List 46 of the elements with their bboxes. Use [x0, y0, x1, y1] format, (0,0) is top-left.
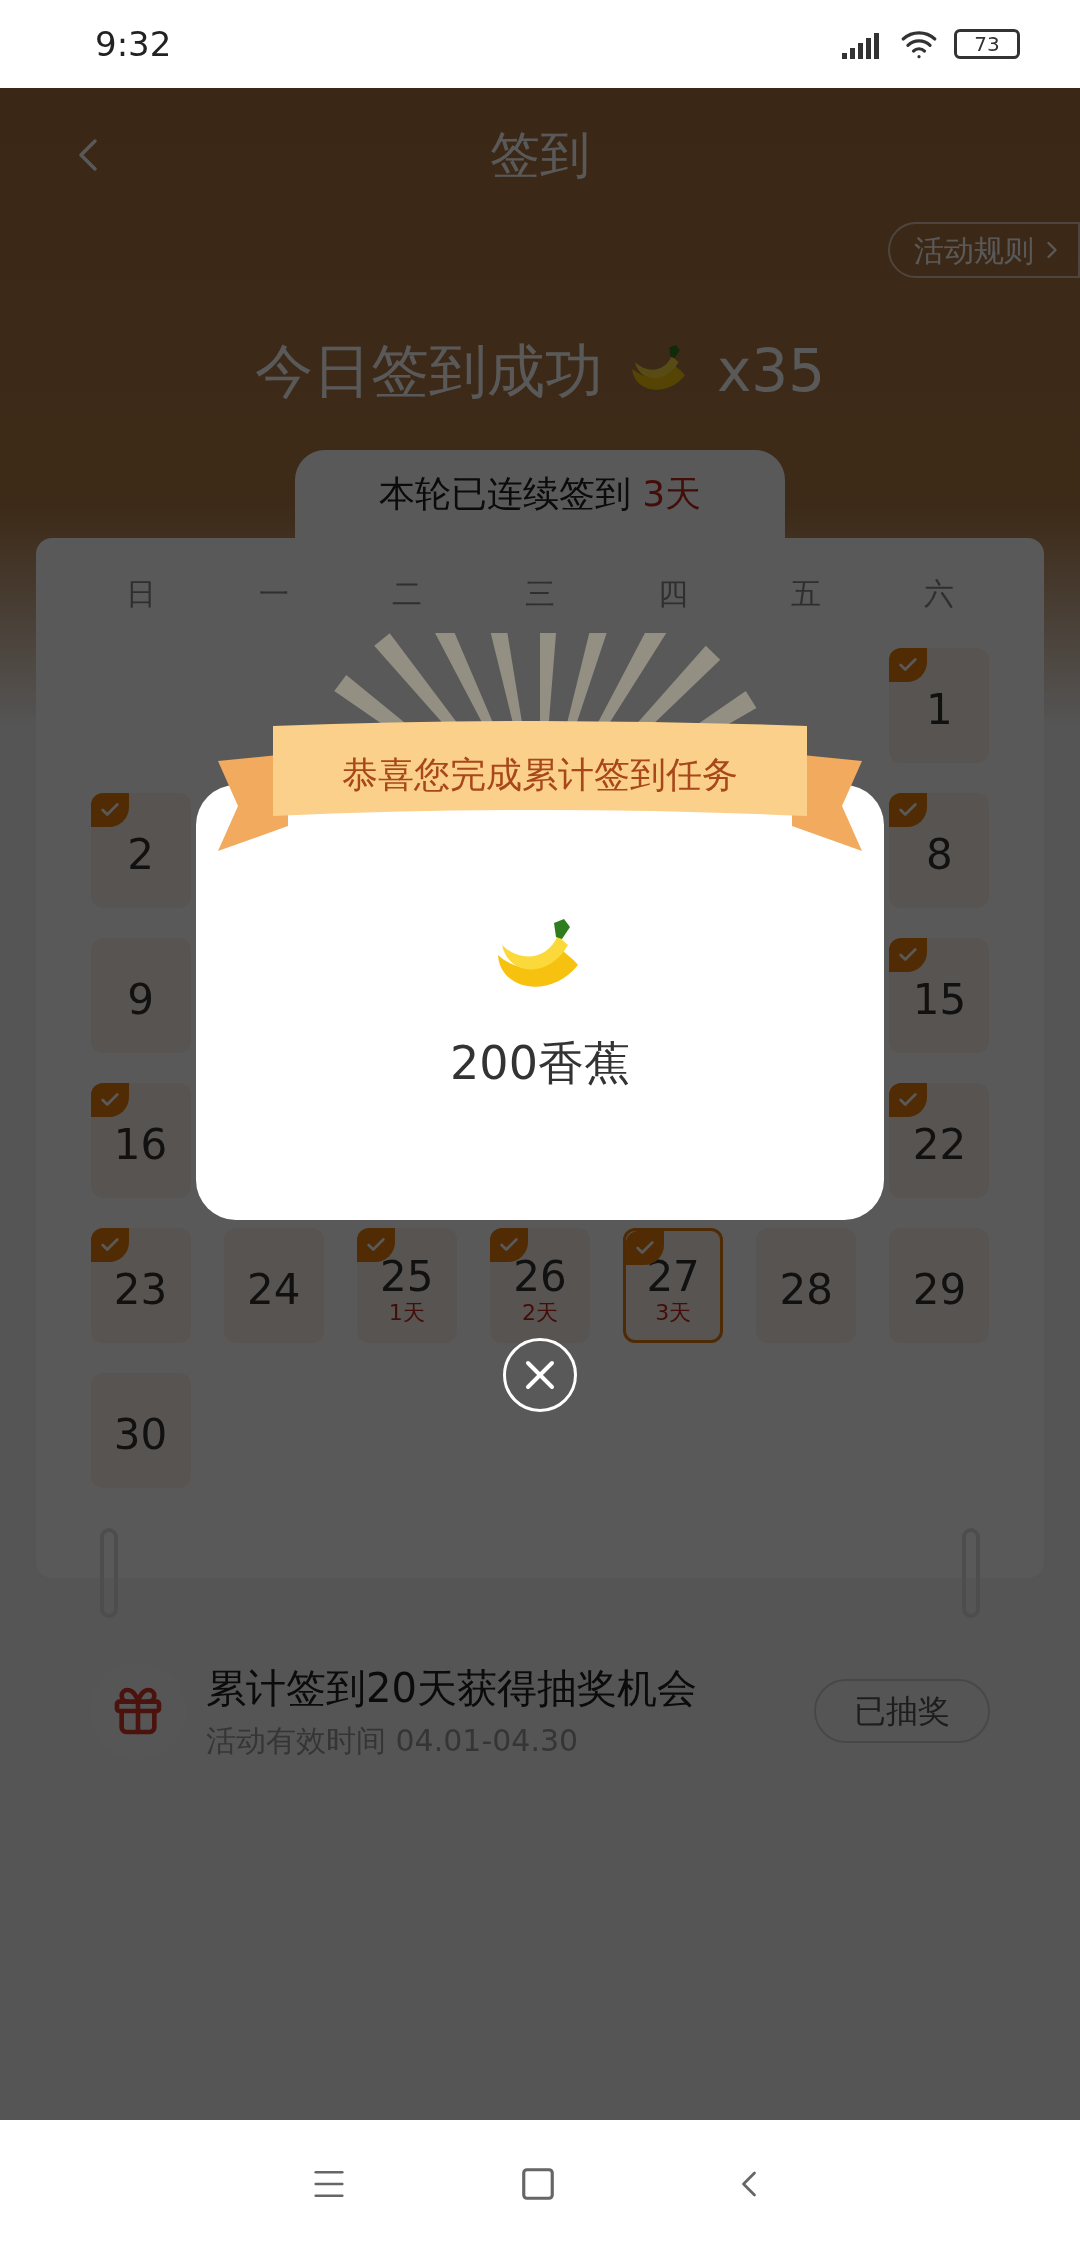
home-icon[interactable] [519, 2165, 557, 2203]
page-title: 签到 [490, 124, 590, 186]
streak-label: 2天 [522, 1301, 558, 1324]
close-button[interactable] [503, 1338, 577, 1412]
calendar-day[interactable]: 25 1天 [356, 1228, 457, 1343]
calendar-day[interactable]: 28 [756, 1228, 857, 1343]
calendar-day[interactable]: 15 [889, 938, 990, 1053]
calendar-day[interactable]: 9 [90, 938, 191, 1053]
day-number: 26 [513, 1255, 567, 1298]
rules-button[interactable]: 活动规则 [888, 222, 1080, 278]
day-number: 8 [926, 833, 953, 876]
streak-label: 3天 [655, 1301, 692, 1324]
reward-amount: 200香蕉 [450, 1035, 630, 1092]
day-number: 22 [912, 1123, 967, 1166]
day-number: 29 [912, 1268, 967, 1311]
calendar-day[interactable]: 23 [90, 1228, 191, 1343]
prize-title: 累计签到20天获得抽奖机会 [206, 1664, 698, 1713]
day-number: 1 [926, 688, 953, 731]
calendar-day[interactable]: 8 [889, 793, 990, 908]
day-number: 23 [113, 1268, 168, 1311]
day-number: 9 [127, 978, 154, 1021]
calendar-day[interactable]: 27 3天 [623, 1228, 724, 1343]
calendar-day[interactable]: 30 [90, 1373, 191, 1488]
day-number: 27 [646, 1255, 700, 1298]
day-number: 2 [127, 833, 154, 876]
drawn-button[interactable]: 已抽奖 [814, 1678, 990, 1743]
battery-percent: 73 [974, 34, 1000, 54]
streak-text: 本轮已连续签到 3天 [378, 472, 702, 516]
checkin-success-text: 今日签到成功 [254, 336, 603, 407]
reward-count: x35 [716, 336, 826, 407]
streak-label: 1天 [388, 1301, 425, 1324]
calendar-day[interactable]: 16 [90, 1083, 191, 1198]
calendar-day[interactable]: 24 [223, 1228, 324, 1343]
calendar-day[interactable]: 2 [90, 793, 191, 908]
day-number: 16 [113, 1123, 168, 1166]
dialog-title: 恭喜您完成累计签到任务 [341, 753, 739, 797]
calendar-day[interactable]: 26 2天 [490, 1228, 590, 1343]
calendar-day[interactable]: 22 [889, 1083, 990, 1198]
day-number: 24 [246, 1268, 301, 1311]
status-time: 9:32 [95, 22, 172, 66]
day-number: 25 [380, 1255, 434, 1298]
day-number: 15 [912, 978, 967, 1021]
day-number: 28 [779, 1268, 833, 1311]
calendar-day[interactable]: 29 [889, 1228, 990, 1343]
calendar-day[interactable]: 1 [889, 648, 990, 763]
day-number: 30 [113, 1413, 168, 1456]
